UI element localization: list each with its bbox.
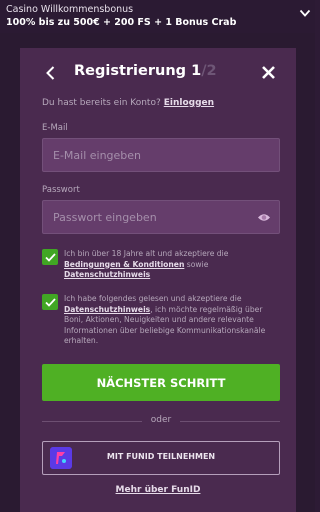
registration-modal: Registrierung 1/2 Du hast bereits ein Ko… (20, 48, 296, 512)
password-placeholder: Passwort eingeben (53, 210, 157, 224)
terms-text-middle: sowie (184, 259, 209, 269)
chevron-down-icon[interactable] (299, 8, 311, 18)
modal-title: Registrierung 1/2 (74, 63, 217, 79)
checkmark-icon (44, 297, 56, 307)
terms-conditions-link[interactable]: Bedingungen & Konditionen (64, 260, 184, 269)
password-label: Passwort (42, 185, 80, 195)
privacy-link-marketing[interactable]: Datenschutzhinweis (64, 305, 150, 314)
password-field[interactable]: Passwort eingeben (42, 200, 280, 234)
funid-button-label: MIT FUNID TEILNEHMEN (106, 452, 216, 461)
bonus-banner[interactable]: Casino Willkommensbonus 100% bis zu 500€… (0, 0, 315, 33)
bonus-title: Casino Willkommensbonus (6, 4, 134, 15)
divider-text: oder (150, 415, 172, 425)
step-current: 1 (191, 63, 202, 79)
marketing-checkbox[interactable] (42, 294, 58, 310)
email-placeholder: E-Mail eingeben (53, 148, 142, 162)
divider-line-right (180, 421, 280, 422)
marketing-text-before: Ich habe folgendes gelesen und akzeptier… (64, 294, 242, 303)
login-prompt-text: Du hast bereits ein Konto? (42, 98, 161, 108)
funid-more-link[interactable]: Mehr über FunID (20, 485, 296, 495)
back-arrow-icon[interactable] (44, 65, 58, 81)
login-prompt: Du hast bereits ein Konto? Einloggen (42, 98, 214, 108)
terms-checkbox[interactable] (42, 249, 58, 265)
modal-title-text: Registrierung (74, 63, 187, 79)
checkmark-icon (44, 252, 56, 262)
email-field[interactable]: E-Mail eingeben (42, 138, 280, 172)
bonus-offer: 100% bis zu 500€ + 200 FS + 1 Bonus Crab (6, 17, 237, 28)
next-step-button[interactable]: NÄCHSTER SCHRITT (42, 364, 280, 401)
email-label: E-Mail (42, 123, 68, 133)
marketing-text: Ich habe folgendes gelesen und akzeptier… (64, 294, 284, 347)
terms-text: Ich bin über 18 Jahre alt und akzeptiere… (64, 249, 284, 281)
eye-icon[interactable] (257, 212, 271, 223)
close-icon[interactable] (261, 65, 276, 80)
login-link[interactable]: Einloggen (164, 98, 214, 108)
or-divider: oder (42, 415, 280, 427)
step-total: /2 (201, 63, 217, 79)
privacy-link-terms[interactable]: Datenschutzhinweis (64, 270, 150, 279)
terms-text-before: Ich bin über 18 Jahre alt und akzeptiere… (64, 249, 229, 258)
funid-button[interactable]: MIT FUNID TEILNEHMEN (42, 441, 280, 475)
modal-header: Registrierung 1/2 (20, 62, 296, 84)
